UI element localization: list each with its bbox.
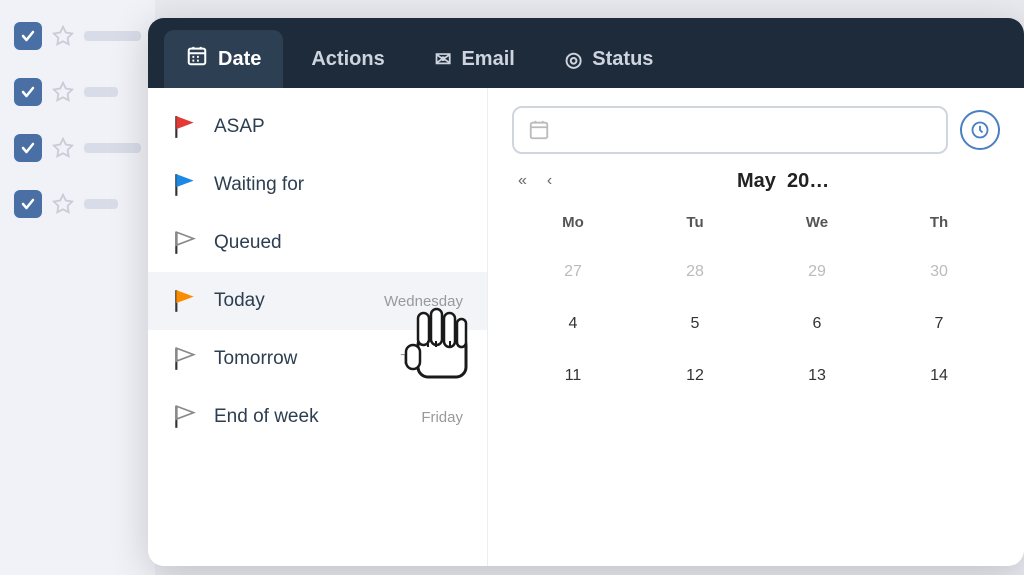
cal-cell-5[interactable]: 5 xyxy=(634,307,756,341)
calendar-month-year: May 20… xyxy=(566,170,1000,193)
date-icon xyxy=(186,45,208,73)
star-icon-2 xyxy=(52,81,74,103)
cal-header-tu: Tu xyxy=(634,208,756,237)
checkbox-4[interactable] xyxy=(14,190,42,218)
cal-cell-30[interactable]: 30 xyxy=(878,255,1000,289)
flag-waiting-icon xyxy=(172,172,198,198)
tab-email[interactable]: ✉ Email xyxy=(413,30,537,88)
cal-header-th: Th xyxy=(878,208,1000,237)
flag-queued-icon xyxy=(172,230,198,256)
cal-cell-28[interactable]: 28 xyxy=(634,255,756,289)
checkbox-2[interactable] xyxy=(14,78,42,106)
list-line-4 xyxy=(84,199,118,209)
menu-item-endofweek[interactable]: End of week Friday xyxy=(148,388,487,446)
content-area: ASAP Waiting for Queued xyxy=(148,88,1024,566)
menu-item-today-label: Today xyxy=(214,290,368,312)
menu-item-waiting[interactable]: Waiting for xyxy=(148,156,487,214)
cal-cell-12[interactable]: 12 xyxy=(634,359,756,393)
star-icon-3 xyxy=(52,137,74,159)
star-icon-1 xyxy=(52,25,74,47)
flag-endofweek-icon xyxy=(172,404,198,430)
tab-date[interactable]: Date xyxy=(164,30,283,88)
calendar-row-2: 11 12 13 14 xyxy=(512,359,1000,393)
tab-status[interactable]: ◎ Status xyxy=(543,30,676,88)
background-list xyxy=(0,0,155,575)
main-popup: Date Actions ✉ Email ◎ Status ASAP xyxy=(148,18,1024,566)
cal-cell-4[interactable]: 4 xyxy=(512,307,634,341)
cal-cell-6[interactable]: 6 xyxy=(756,307,878,341)
list-item-2 xyxy=(0,66,155,118)
menu-item-asap[interactable]: ASAP xyxy=(148,98,487,156)
tab-bar: Date Actions ✉ Email ◎ Status xyxy=(148,18,1024,88)
calendar-row-0: 27 28 29 30 xyxy=(512,255,1000,289)
cal-cell-7[interactable]: 7 xyxy=(878,307,1000,341)
list-item-1 xyxy=(0,10,155,62)
menu-item-queued-label: Queued xyxy=(214,232,463,254)
menu-item-endofweek-day: Friday xyxy=(421,409,463,426)
menu-item-today[interactable]: Today Wednesday xyxy=(148,272,487,330)
cal-cell-27[interactable]: 27 xyxy=(512,255,634,289)
checkbox-3[interactable] xyxy=(14,134,42,162)
list-line-1 xyxy=(84,31,141,41)
calendar-month: May xyxy=(737,170,776,192)
date-input-row xyxy=(512,106,1000,154)
date-input[interactable] xyxy=(512,106,948,154)
list-item-3 xyxy=(0,122,155,174)
menu-item-tomorrow-day: Thursday xyxy=(400,351,463,368)
dropdown-menu: ASAP Waiting for Queued xyxy=(148,88,488,566)
cal-cell-13[interactable]: 13 xyxy=(756,359,878,393)
calendar-year: 20 xyxy=(787,170,809,192)
menu-item-tomorrow[interactable]: Tomorrow Thursday xyxy=(148,330,487,388)
calendar-input-icon xyxy=(528,119,550,141)
flag-asap-icon xyxy=(172,114,198,140)
tab-actions-label: Actions xyxy=(311,48,384,71)
calendar-nav: « ‹ May 20… xyxy=(512,168,1000,194)
clock-icon xyxy=(970,120,990,140)
clock-button[interactable] xyxy=(960,110,1000,150)
menu-item-waiting-label: Waiting for xyxy=(214,174,463,196)
checkbox-1[interactable] xyxy=(14,22,42,50)
flag-today-icon xyxy=(172,288,198,314)
menu-item-asap-label: ASAP xyxy=(214,116,463,138)
list-line-2 xyxy=(84,87,118,97)
menu-item-tomorrow-label: Tomorrow xyxy=(214,348,384,370)
tab-date-label: Date xyxy=(218,48,261,71)
calendar-row-1: 4 5 6 7 xyxy=(512,307,1000,341)
cal-header-mo: Mo xyxy=(512,208,634,237)
tab-actions[interactable]: Actions xyxy=(289,30,406,88)
cal-cell-29[interactable]: 29 xyxy=(756,255,878,289)
calendar-day-headers: Mo Tu We Th xyxy=(512,208,1000,237)
cal-header-we: We xyxy=(756,208,878,237)
flag-tomorrow-icon xyxy=(172,346,198,372)
tab-status-label: Status xyxy=(592,48,653,71)
status-icon: ◎ xyxy=(565,47,582,72)
email-icon: ✉ xyxy=(435,47,452,72)
list-line-3 xyxy=(84,143,141,153)
prev-year-button[interactable]: « xyxy=(512,168,533,194)
tab-email-label: Email xyxy=(461,48,514,71)
calendar-panel: « ‹ May 20… Mo Tu We Th 27 28 29 30 xyxy=(488,88,1024,566)
menu-item-today-day: Wednesday xyxy=(384,293,463,310)
menu-item-queued[interactable]: Queued xyxy=(148,214,487,272)
cal-cell-14[interactable]: 14 xyxy=(878,359,1000,393)
star-icon-4 xyxy=(52,193,74,215)
menu-item-endofweek-label: End of week xyxy=(214,406,405,428)
prev-month-button[interactable]: ‹ xyxy=(541,168,558,194)
cal-cell-11[interactable]: 11 xyxy=(512,359,634,393)
list-item-4 xyxy=(0,178,155,230)
